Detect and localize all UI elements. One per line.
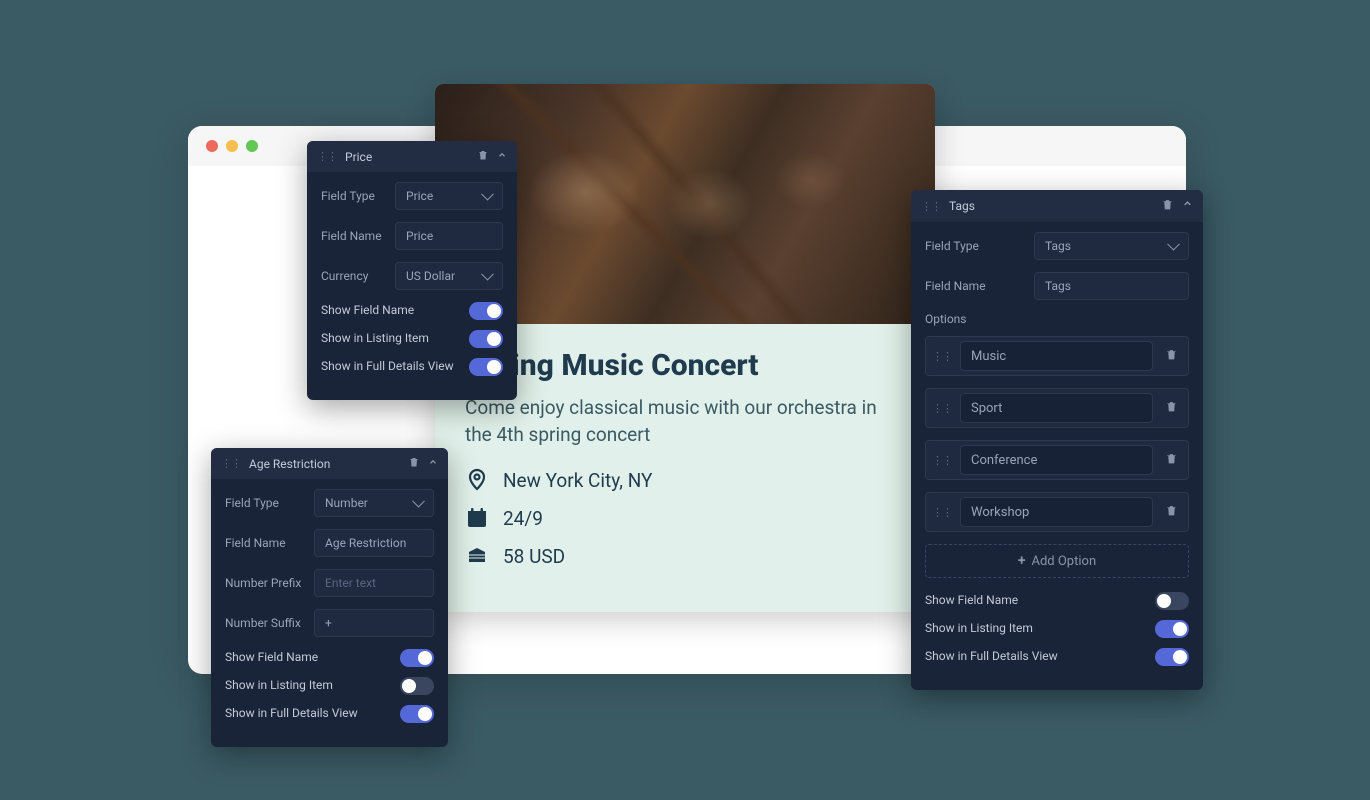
toggle-label: Show in Full Details View — [925, 649, 1155, 665]
calendar-icon — [465, 506, 489, 530]
number-suffix-input[interactable]: + — [314, 609, 434, 637]
trash-icon[interactable] — [1161, 452, 1182, 468]
age-restriction-field-panel: ⋮⋮ Age Restriction Field Type Number Fie… — [211, 448, 448, 747]
option-row: ⋮⋮ Music — [925, 336, 1189, 376]
window-minimize-button[interactable] — [226, 140, 238, 152]
show-in-listing-toggle[interactable] — [469, 330, 503, 348]
event-location: New York City, NY — [503, 469, 652, 492]
field-name-label: Field Name — [925, 279, 1034, 293]
field-name-input[interactable]: Tags — [1034, 272, 1189, 300]
show-in-details-toggle[interactable] — [1155, 648, 1189, 666]
option-input[interactable]: Sport — [960, 393, 1153, 423]
toggle-label: Show Field Name — [321, 303, 469, 319]
option-input[interactable]: Music — [960, 341, 1153, 371]
add-option-button[interactable]: + Add Option — [925, 544, 1189, 578]
window-maximize-button[interactable] — [246, 140, 258, 152]
drag-handle-icon[interactable]: ⋮⋮ — [932, 402, 952, 415]
panel-header[interactable]: ⋮⋮ Tags — [911, 190, 1203, 222]
drag-handle-icon[interactable]: ⋮⋮ — [932, 350, 952, 363]
toggle-label: Show in Listing Item — [321, 331, 469, 347]
toggle-label: Show in Listing Item — [225, 678, 400, 694]
field-type-select[interactable]: Tags — [1034, 232, 1189, 260]
trash-icon[interactable] — [1161, 198, 1174, 214]
plus-icon: + — [1018, 553, 1026, 569]
price-field-panel: ⋮⋮ Price Field Type Price Field Name Pri… — [307, 141, 517, 400]
currency-label: Currency — [321, 269, 395, 283]
trash-icon[interactable] — [1161, 504, 1182, 520]
field-type-select[interactable]: Number — [314, 489, 434, 517]
drag-handle-icon[interactable]: ⋮⋮ — [932, 454, 952, 467]
panel-title: Price — [345, 150, 477, 164]
add-option-label: Add Option — [1032, 554, 1097, 569]
option-input[interactable]: Conference — [960, 445, 1153, 475]
option-row: ⋮⋮ Workshop — [925, 492, 1189, 532]
event-description: Come enjoy classical music with our orch… — [465, 395, 905, 448]
panel-title: Age Restriction — [249, 457, 408, 471]
show-in-details-toggle[interactable] — [469, 358, 503, 376]
trash-icon[interactable] — [1161, 348, 1182, 364]
event-location-row: New York City, NY — [465, 468, 905, 492]
field-type-label: Field Type — [321, 189, 395, 203]
field-name-label: Field Name — [321, 229, 395, 243]
option-input[interactable]: Workshop — [960, 497, 1153, 527]
show-field-name-toggle[interactable] — [1155, 592, 1189, 610]
show-field-name-toggle[interactable] — [469, 302, 503, 320]
ticket-icon — [465, 544, 489, 568]
trash-icon[interactable] — [477, 149, 489, 164]
option-row: ⋮⋮ Conference — [925, 440, 1189, 480]
event-price: 58 USD — [503, 545, 565, 568]
drag-handle-icon[interactable]: ⋮⋮ — [921, 200, 941, 213]
window-close-button[interactable] — [206, 140, 218, 152]
drag-handle-icon[interactable]: ⋮⋮ — [317, 150, 337, 163]
number-prefix-label: Number Prefix — [225, 576, 314, 590]
number-suffix-label: Number Suffix — [225, 616, 314, 630]
collapse-icon[interactable] — [1182, 198, 1193, 214]
field-type-label: Field Type — [925, 239, 1034, 253]
event-date-row: 24/9 — [465, 506, 905, 530]
trash-icon[interactable] — [408, 456, 420, 471]
field-name-label: Field Name — [225, 536, 314, 550]
currency-select[interactable]: US Dollar — [395, 262, 503, 290]
drag-handle-icon[interactable]: ⋮⋮ — [932, 506, 952, 519]
location-pin-icon — [465, 468, 489, 492]
panel-title: Tags — [949, 199, 1161, 213]
show-in-details-toggle[interactable] — [400, 705, 434, 723]
toggle-label: Show Field Name — [925, 593, 1155, 609]
options-label: Options — [925, 312, 1189, 326]
toggle-label: Show in Listing Item — [925, 621, 1155, 637]
field-name-input[interactable]: Age Restriction — [314, 529, 434, 557]
field-name-input[interactable]: Price — [395, 222, 503, 250]
toggle-label: Show Field Name — [225, 650, 400, 666]
toggle-label: Show in Full Details View — [225, 706, 400, 722]
field-type-label: Field Type — [225, 496, 314, 510]
event-date: 24/9 — [503, 507, 543, 530]
show-in-listing-toggle[interactable] — [400, 677, 434, 695]
trash-icon[interactable] — [1161, 400, 1182, 416]
panel-header[interactable]: ⋮⋮ Age Restriction — [211, 448, 448, 479]
show-field-name-toggle[interactable] — [400, 649, 434, 667]
show-in-listing-toggle[interactable] — [1155, 620, 1189, 638]
number-prefix-input[interactable]: Enter text — [314, 569, 434, 597]
panel-header[interactable]: ⋮⋮ Price — [307, 141, 517, 172]
tags-field-panel: ⋮⋮ Tags Field Type Tags Field Name Tags … — [911, 190, 1203, 690]
event-title: Spring Music Concert — [465, 348, 905, 383]
toggle-label: Show in Full Details View — [321, 359, 469, 375]
field-type-select[interactable]: Price — [395, 182, 503, 210]
collapse-icon[interactable] — [428, 456, 438, 471]
option-row: ⋮⋮ Sport — [925, 388, 1189, 428]
event-price-row: 58 USD — [465, 544, 905, 568]
collapse-icon[interactable] — [497, 149, 507, 164]
drag-handle-icon[interactable]: ⋮⋮ — [221, 457, 241, 470]
